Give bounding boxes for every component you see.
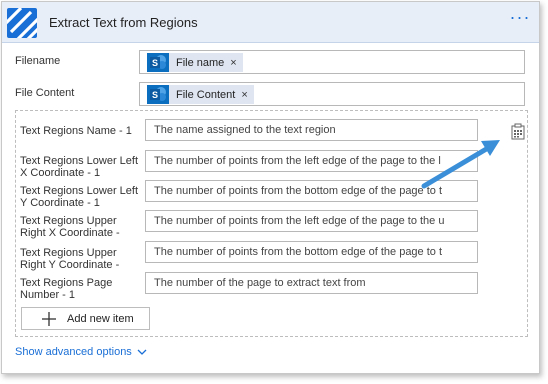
filename-field[interactable]: S File name × [139,50,525,74]
file-content-field[interactable]: S File Content × [139,82,525,106]
add-new-item-button[interactable]: Add new item [21,307,150,330]
file-content-token-label: File Content [176,88,236,101]
show-advanced-options-link[interactable]: Show advanced options [15,346,147,358]
more-options-icon[interactable]: ··· [509,8,531,29]
filename-token-label: File name [176,56,225,69]
lower-left-x-label: Text Regions Lower Left X Coordinate - 1 [20,155,139,179]
plus-icon [42,311,56,326]
upper-right-x-input[interactable]: The number of points from the left edge … [145,210,478,232]
action-header[interactable]: Extract Text from Regions ··· [2,2,539,43]
svg-text:S: S [152,58,158,68]
region-name-label: Text Regions Name - 1 [20,125,132,137]
switch-to-array-icon[interactable] [510,123,526,140]
upper-right-y-label: Text Regions Upper Right Y Coordinate - [20,247,120,271]
region-name-input[interactable]: The name assigned to the text region [145,119,478,141]
chevron-down-icon [137,349,147,355]
lower-left-x-input[interactable]: The number of points from the left edge … [145,150,478,172]
filename-label: Filename [15,55,61,67]
text-regions-group: Text Regions Name - 1 The name assigned … [15,110,528,337]
upper-right-y-input[interactable]: The number of points from the bottom edg… [145,241,478,263]
svg-text:S: S [152,90,158,100]
sharepoint-icon: S [147,85,169,104]
filename-token[interactable]: S File name × [147,53,243,72]
add-new-item-label: Add new item [67,312,134,325]
lower-left-y-label: Text Regions Lower Left Y Coordinate - 1 [20,185,139,209]
remove-token-icon[interactable]: × [230,57,236,69]
file-content-token[interactable]: S File Content × [147,85,254,104]
action-card: Extract Text from Regions ··· Filename S… [1,1,540,374]
file-content-label: File Content [15,87,75,99]
sharepoint-icon: S [147,53,169,72]
connector-logo-icon [7,8,37,38]
page-number-label: Text Regions Page Number - 1 [20,277,113,301]
action-title: Extract Text from Regions [49,15,198,30]
lower-left-y-input[interactable]: The number of points from the bottom edg… [145,180,478,202]
remove-token-icon[interactable]: × [241,89,247,101]
show-advanced-options-label: Show advanced options [15,346,132,358]
upper-right-x-label: Text Regions Upper Right X Coordinate - [20,215,120,239]
page-number-input[interactable]: The number of the page to extract text f… [145,272,478,294]
